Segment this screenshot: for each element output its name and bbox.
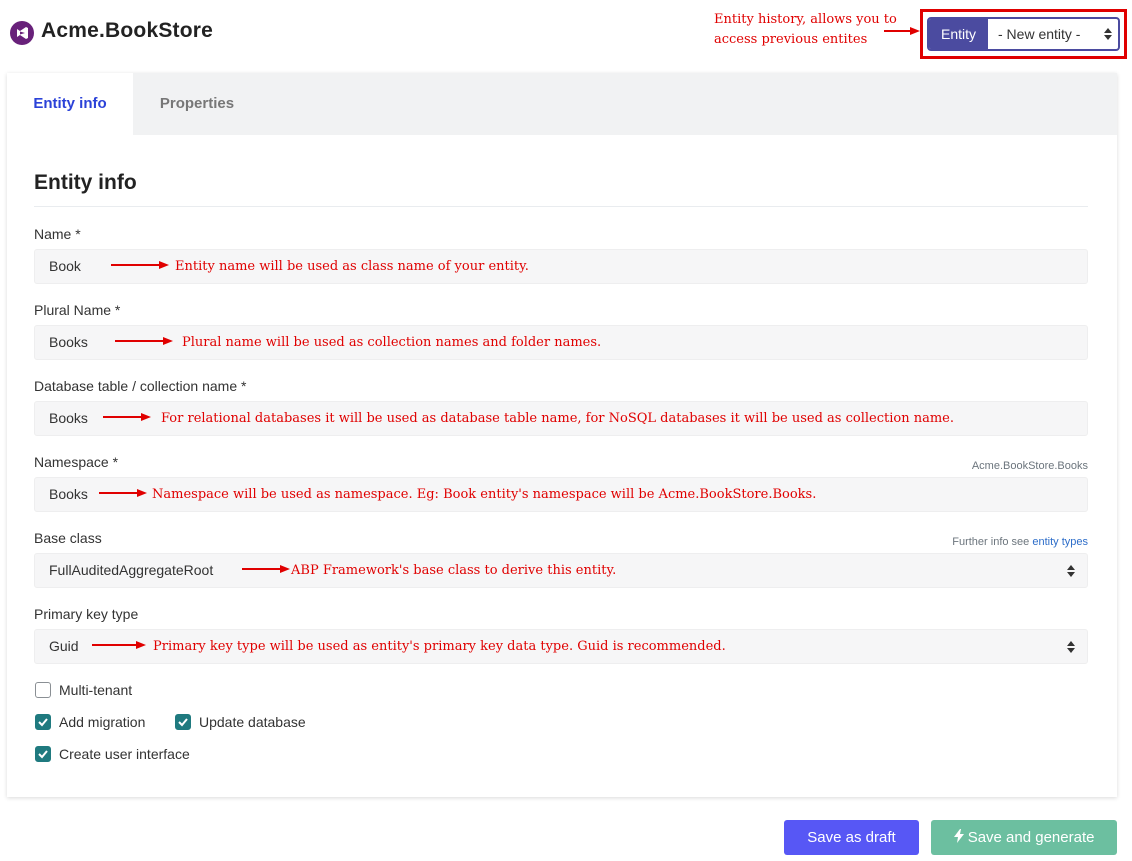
db-table-annotation: For relational databases it will be used…: [161, 411, 954, 426]
tab-entity-info[interactable]: Entity info: [7, 73, 133, 135]
entity-types-link[interactable]: entity types: [1032, 536, 1088, 548]
entity-history-select-value: - New entity -: [998, 26, 1081, 42]
base-class-hint: Further info see entity types: [952, 536, 1088, 548]
header: Acme.BookStore Entity history, allows yo…: [0, 0, 1132, 70]
update-database-checkbox[interactable]: [175, 714, 191, 730]
name-input[interactable]: Book Entity name will be used as class n…: [34, 249, 1088, 284]
namespace-input[interactable]: Books Namespace will be used as namespac…: [34, 477, 1088, 512]
red-arrow-icon: [111, 261, 169, 269]
entity-history-button[interactable]: Entity: [929, 19, 988, 49]
create-ui-label: Create user interface: [59, 746, 190, 762]
entity-history-select[interactable]: - New entity -: [988, 19, 1118, 49]
add-migration-label: Add migration: [59, 714, 146, 730]
base-class-hint-text: Further info see: [952, 536, 1030, 548]
plural-name-annotation: Plural name will be used as collection n…: [182, 335, 602, 350]
entity-history-annotation: Entity history, allows you to access pre…: [714, 12, 897, 47]
entity-history-control: Entity - New entity -: [927, 17, 1120, 51]
updown-arrows-icon: [1104, 28, 1112, 40]
namespace-hint: Acme.BookStore.Books: [971, 460, 1088, 472]
name-label: Name *: [34, 226, 81, 242]
base-class-select[interactable]: FullAuditedAggregateRoot ABP Framework's…: [34, 553, 1088, 588]
section-title: Entity info: [34, 171, 137, 194]
red-arrow-icon: [884, 27, 920, 35]
updown-arrows-icon: [1067, 641, 1075, 653]
tab-bar: Entity info Properties: [7, 73, 1117, 135]
updown-arrows-icon: [1067, 565, 1075, 577]
tab-properties[interactable]: Properties: [133, 73, 261, 135]
divider: [34, 206, 1088, 207]
namespace-label: Namespace *: [34, 454, 119, 470]
red-arrow-icon: [242, 565, 290, 573]
namespace-value: Books: [49, 486, 88, 502]
entity-history-highlight: Entity - New entity -: [920, 9, 1127, 59]
red-arrow-icon: [103, 413, 151, 421]
brand-title[interactable]: Acme.BookStore: [41, 19, 213, 43]
red-arrow-icon: [92, 641, 146, 649]
primary-key-annotation: Primary key type will be used as entity'…: [153, 639, 726, 654]
plural-name-input[interactable]: Books Plural name will be used as collec…: [34, 325, 1088, 360]
create-ui-checkbox[interactable]: [35, 746, 51, 762]
base-class-value: FullAuditedAggregateRoot: [49, 562, 214, 578]
plural-name-value: Books: [49, 334, 88, 350]
primary-key-select[interactable]: Guid Primary key type will be used as en…: [34, 629, 1088, 664]
plural-name-label: Plural Name *: [34, 302, 121, 318]
multi-tenant-checkbox[interactable]: [35, 682, 51, 698]
add-migration-checkbox[interactable]: [35, 714, 51, 730]
checkmark-icon: [38, 718, 48, 727]
visual-studio-logo-icon[interactable]: [10, 21, 34, 45]
save-generate-label: Save and generate: [967, 829, 1095, 846]
base-class-label: Base class: [34, 530, 102, 546]
entity-card: Entity info Properties Entity info Name …: [7, 73, 1117, 797]
red-arrow-icon: [115, 337, 173, 345]
checkmark-icon: [38, 750, 48, 759]
base-class-annotation: ABP Framework's base class to derive thi…: [291, 563, 617, 578]
db-table-value: Books: [49, 410, 88, 426]
db-table-label: Database table / collection name *: [34, 378, 247, 394]
primary-key-value: Guid: [49, 638, 79, 654]
save-draft-button[interactable]: Save as draft: [784, 820, 919, 855]
save-generate-button[interactable]: Save and generate: [931, 820, 1117, 855]
db-table-input[interactable]: Books For relational databases it will b…: [34, 401, 1088, 436]
update-database-label: Update database: [199, 714, 306, 730]
name-value: Book: [49, 258, 81, 274]
primary-key-label: Primary key type: [34, 606, 139, 622]
red-arrow-icon: [99, 489, 147, 497]
lightning-bolt-icon: [953, 829, 964, 843]
multi-tenant-label: Multi-tenant: [59, 682, 133, 698]
checkmark-icon: [178, 718, 188, 727]
name-annotation: Entity name will be used as class name o…: [175, 259, 529, 274]
namespace-annotation: Namespace will be used as namespace. Eg:…: [152, 487, 817, 502]
